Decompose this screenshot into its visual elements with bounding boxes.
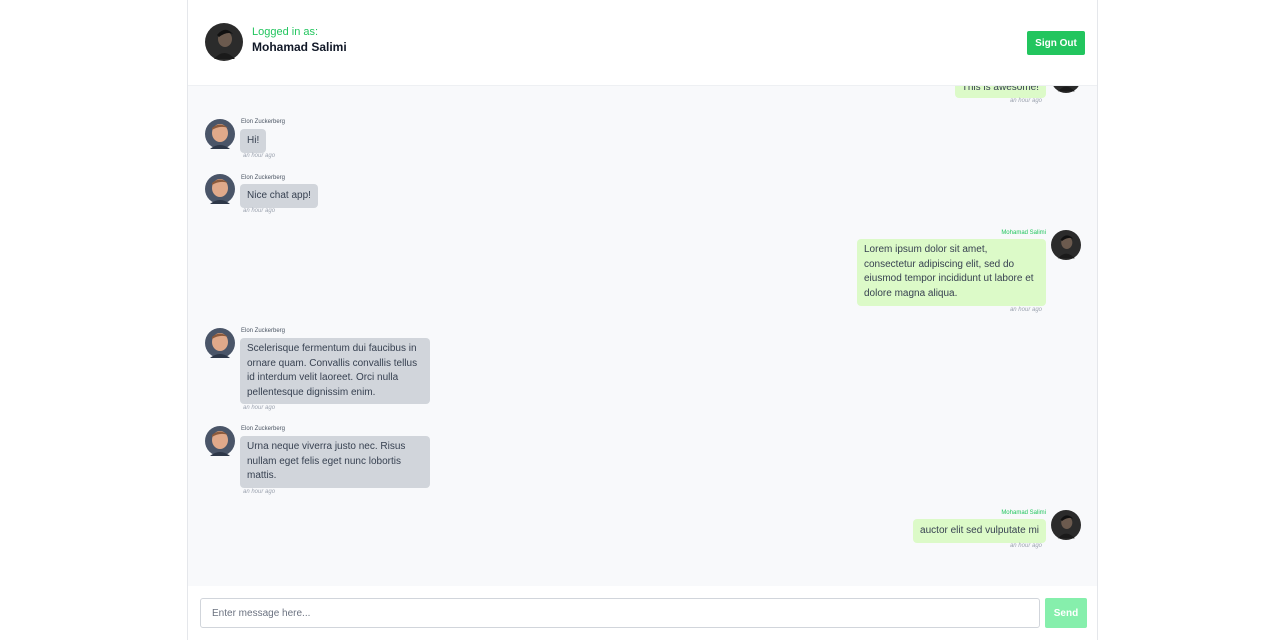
sender-avatar — [1051, 230, 1081, 260]
message-bubble: Lorem ipsum dolor sit amet, consectetur … — [857, 239, 1046, 306]
message-composer: Send — [188, 586, 1097, 640]
chat-app: Logged in as: Mohamad Salimi Sign Out Th… — [187, 0, 1098, 640]
sender-name: Elon Zuckerberg — [241, 426, 286, 432]
message-list[interactable]: This is awesome! an hour ago Elon Zucker… — [188, 86, 1097, 586]
sender-name: Elon Zuckerberg — [241, 328, 286, 334]
message-item: Elon Zuckerberg Scelerisque fermentum du… — [188, 328, 1097, 418]
chat-header: Logged in as: Mohamad Salimi Sign Out — [188, 0, 1097, 86]
message-bubble: Urna neque viverra justo nec. Risus null… — [240, 436, 430, 488]
message-input[interactable] — [200, 598, 1040, 628]
logged-in-label: Logged in as: — [252, 26, 319, 38]
send-button[interactable]: Send — [1045, 598, 1087, 628]
message-time: an hour ago — [243, 405, 276, 411]
sign-out-button[interactable]: Sign Out — [1027, 31, 1085, 55]
message-time: an hour ago — [1009, 543, 1042, 549]
sender-name: Elon Zuckerberg — [241, 119, 286, 125]
message-item: Mohamad Salimi Lorem ipsum dolor sit ame… — [188, 230, 1097, 320]
sender-avatar — [205, 426, 235, 456]
sender-name: Mohamad Salimi — [1001, 510, 1046, 516]
sender-avatar — [205, 174, 235, 204]
message-bubble: auctor elit sed vulputate mi — [913, 519, 1046, 543]
message-bubble: Scelerisque fermentum dui faucibus in or… — [240, 338, 430, 404]
current-user-avatar — [205, 23, 243, 61]
sender-avatar — [205, 328, 235, 358]
message-time: an hour ago — [243, 489, 276, 495]
message-item: Mohamad Salimi auctor elit sed vulputate… — [188, 510, 1097, 570]
message-item: Elon Zuckerberg Nice chat app! an hour a… — [188, 141, 1097, 221]
message-bubble: Nice chat app! — [240, 184, 318, 208]
sender-name: Mohamad Salimi — [1001, 230, 1046, 236]
message-time: an hour ago — [243, 208, 276, 214]
current-user-name: Mohamad Salimi — [252, 40, 347, 54]
sender-avatar — [1051, 510, 1081, 540]
message-time: an hour ago — [1009, 307, 1042, 313]
message-item: Elon Zuckerberg Urna neque viverra justo… — [188, 426, 1097, 506]
sender-name: Elon Zuckerberg — [241, 175, 286, 181]
